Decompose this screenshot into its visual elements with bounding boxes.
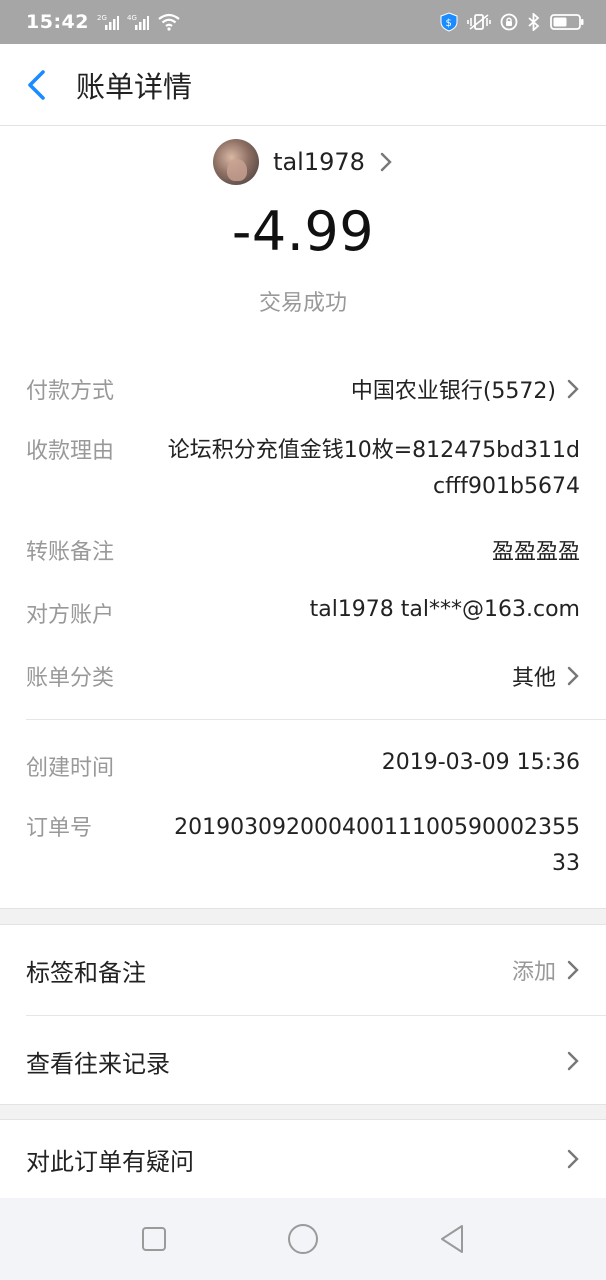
avatar <box>213 139 260 185</box>
svg-text:$: $ <box>446 18 452 29</box>
payee-name: tal1978 <box>273 148 365 176</box>
counterparty-row: 对方账户 tal1978 tal***@163.com <box>26 597 580 629</box>
category-label: 账单分类 <box>26 666 115 691</box>
chevron-right-icon <box>567 960 579 980</box>
transfer-note-row: 转账备注 盈盈盈盈 <box>26 534 580 566</box>
chevron-right-icon <box>567 379 579 399</box>
payment-reason-value: 论坛积分充值金钱10枚=812475bd311d cfff901b5674 <box>167 438 580 499</box>
category-row[interactable]: 账单分类 其他 <box>26 660 580 692</box>
order-number-label: 订单号 <box>26 816 93 841</box>
tags-notes-row[interactable]: 标签和备注 添加 <box>0 925 606 1015</box>
page-title: 账单详情 <box>76 69 193 104</box>
battery-icon <box>550 13 584 31</box>
header-bar: 账单详情 <box>0 44 606 126</box>
transfer-note-value: 盈盈盈盈 <box>491 540 580 565</box>
counterparty-value: tal1978 tal***@163.com <box>309 597 580 622</box>
payment-method-row[interactable]: 付款方式 中国农业银行(5572) <box>26 373 580 405</box>
order-question-label: 对此订单有疑问 <box>26 1147 194 1176</box>
shield-icon: $ <box>440 12 458 32</box>
amount-value: -4.99 <box>231 200 375 263</box>
payee-link[interactable]: tal1978 <box>0 138 606 186</box>
section-separator <box>0 1104 606 1120</box>
transaction-status: 交易成功 <box>258 291 347 316</box>
created-time-row: 创建时间 2019-03-09 15:36 <box>26 750 580 782</box>
order-question-row[interactable]: 对此订单有疑问 <box>0 1120 606 1198</box>
status-time: 15:42 <box>26 11 89 33</box>
svg-text:4G: 4G <box>127 14 137 22</box>
payment-method-value: 中国农业银行(5572) <box>350 379 556 404</box>
counterparty-label: 对方账户 <box>26 603 115 628</box>
order-number-value[interactable]: 20190309200040011100590002355 33 <box>140 810 580 882</box>
chevron-right-icon <box>567 666 579 686</box>
signal-4g-icon: 4G <box>127 13 149 31</box>
payment-reason-label: 收款理由 <box>26 439 115 464</box>
payment-reason-row: 收款理由 论坛积分充值金钱10枚=812475bd311d cfff901b56… <box>26 433 580 505</box>
status-bar: 15:42 2G 4G $ <box>0 0 606 44</box>
created-time-value: 2019-03-09 15:36 <box>381 750 580 775</box>
wifi-icon <box>157 13 181 31</box>
chevron-right-icon <box>567 1051 579 1071</box>
circle-icon <box>287 1224 318 1254</box>
view-history-row[interactable]: 查看往来记录 <box>0 1016 606 1106</box>
alarm-icon <box>500 13 518 31</box>
divider <box>26 719 606 720</box>
chevron-left-icon <box>28 69 45 100</box>
created-time-label: 创建时间 <box>26 756 115 781</box>
view-history-label: 查看往来记录 <box>26 1049 170 1078</box>
square-icon <box>142 1227 167 1251</box>
chevron-right-icon <box>567 1149 579 1169</box>
home-button[interactable] <box>273 1209 333 1269</box>
back-button[interactable] <box>0 44 72 126</box>
signal-2g-icon: 2G <box>97 13 119 31</box>
transfer-note-label: 转账备注 <box>26 540 115 565</box>
chevron-right-icon <box>379 151 393 173</box>
tags-notes-label: 标签和备注 <box>26 958 146 987</box>
payment-method-label: 付款方式 <box>26 379 115 404</box>
order-number-row: 订单号 20190309200040011100590002355 33 <box>26 810 580 882</box>
svg-text:2G: 2G <box>97 14 107 22</box>
system-nav-bar <box>0 1198 606 1280</box>
category-value: 其他 <box>511 666 556 691</box>
add-tag-link: 添加 <box>511 960 556 985</box>
recent-apps-button[interactable] <box>124 1209 184 1269</box>
vibrate-icon <box>467 13 491 31</box>
section-separator <box>0 908 606 925</box>
system-back-button[interactable] <box>422 1209 482 1269</box>
triangle-back-icon <box>440 1225 463 1253</box>
bluetooth-icon <box>527 13 541 31</box>
